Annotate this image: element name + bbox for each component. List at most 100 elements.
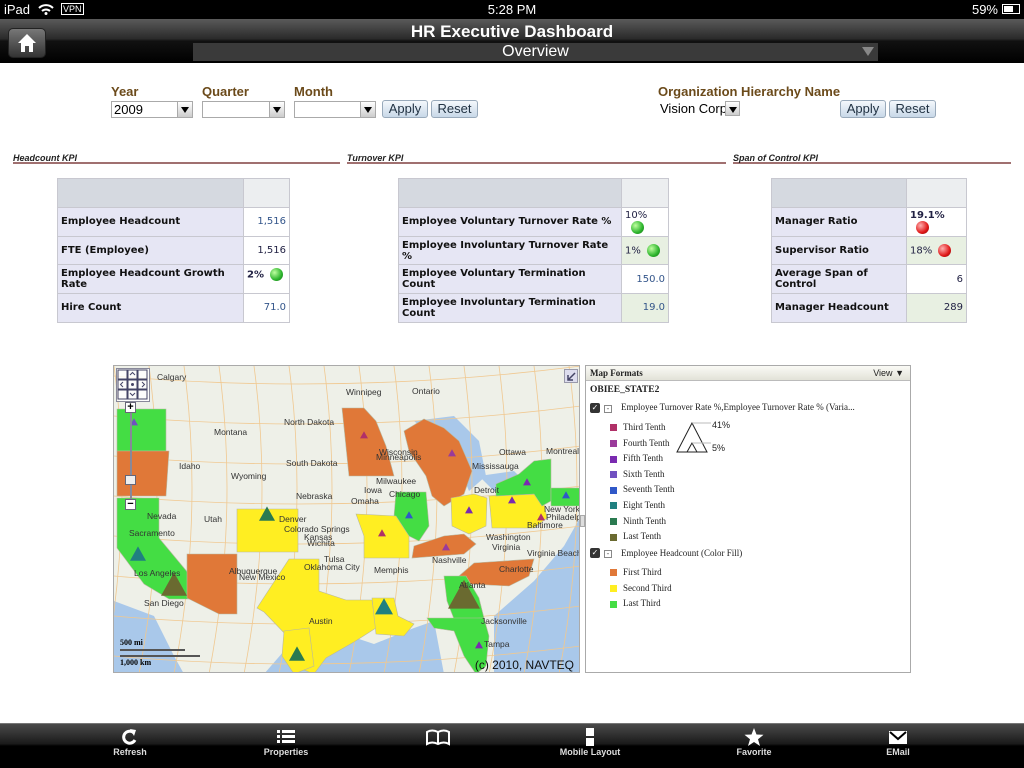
turnover-kpi-header: Turnover KPI [347,153,726,164]
color-swatch [610,455,617,463]
bookmark-button[interactable] [398,728,478,747]
refresh-button[interactable]: Refresh [90,728,170,757]
kpi-label: Supervisor Ratio [771,235,907,266]
zoom-slider-thumb[interactable] [125,475,136,485]
org-reset-button[interactable]: Reset [889,100,936,118]
kpi-value-cell[interactable]: 71.0 [243,293,290,323]
kpi-label: Hire Count [57,293,244,323]
dashboard-title: HR Executive Dashboard [410,22,614,41]
refresh-label: Refresh [113,747,147,757]
chevron-down-icon [360,102,375,117]
properties-button[interactable]: Properties [246,728,326,757]
zoom-out-button[interactable]: − [125,499,136,510]
kpi-value-cell[interactable]: 19.0 [621,293,669,323]
span-kpi-table: Manager Ratio 19.1% Supervisor Ratio 18% Ave… [771,178,967,323]
view-menu[interactable]: View ▼ [873,368,904,378]
kpi-value-cell[interactable]: 150.0 [621,264,669,295]
zoom-slider-track[interactable] [130,406,132,506]
state-ohio [450,493,488,535]
org-hierarchy-select[interactable]: Vision Corp [658,101,740,118]
us-map[interactable]: Calgary Winnipeg Ontario North Dakota Montan… [114,366,580,673]
legend-item-label: Seventh Tenth [623,484,675,495]
kpi-row: Supervisor Ratio 18% [771,235,967,266]
kpi-label: Manager Ratio [771,207,907,237]
kpi-header-row [398,178,669,208]
email-button[interactable]: EMail [858,728,938,757]
color-swatch [610,486,617,494]
kpi-value-cell[interactable]: 18% [906,235,967,266]
kpi-row: Employee Voluntary Turnover Rate % 10% [398,207,669,237]
zoom-in-button[interactable]: + [125,402,136,413]
month-label: Month [294,84,333,99]
map-label: Sacramento [129,528,175,538]
turnover-kpi-table: Employee Voluntary Turnover Rate % 10% Emp… [398,178,669,323]
reset-button[interactable]: Reset [431,100,478,118]
map-label: Memphis [374,565,408,575]
kpi-value-cell[interactable]: 289 [906,293,967,323]
map-label: Calgary [157,372,187,382]
theme2-checkbox[interactable]: ✓ [590,548,600,558]
caret-down-icon: ▼ [895,368,904,378]
collapse-map-button[interactable] [564,369,578,383]
quarter-label: Quarter [202,84,249,99]
legend-item: Eight Tenth [610,499,665,511]
status-bar: iPad VPN 5:28 PM 59% [0,0,1024,19]
year-select[interactable]: 2009 [111,101,193,118]
scale-bar-km [120,655,200,657]
year-label: Year [111,84,139,99]
map-label: Detroit [474,485,500,495]
color-swatch [610,471,617,479]
map-label: Jacksonville [481,616,527,626]
kpi-value-cell[interactable]: 6 [906,264,967,295]
org-apply-button[interactable]: Apply [840,100,886,118]
kpi-value: 18% [910,245,933,257]
kpi-value-cell[interactable]: 1% [621,235,669,266]
email-label: EMail [886,747,910,757]
legend-item: First Third [610,566,662,578]
pan-control[interactable] [116,368,150,402]
month-select[interactable] [294,101,376,118]
apply-button[interactable]: Apply [382,100,428,118]
quarter-select[interactable] [202,101,285,118]
map-label: Ottawa [499,447,526,457]
header-cell [771,178,907,208]
headcount-kpi-header: Headcount KPI [13,153,340,164]
chevron-down-icon [862,47,874,56]
kpi-value: 1,516 [257,245,286,257]
kpi-value-cell[interactable]: 2% [243,264,290,295]
chevron-down-icon [725,101,740,116]
kpi-label: FTE (Employee) [57,235,244,266]
legend-title: Map Formats [590,368,643,378]
kpi-row: Hire Count 71.0 [57,293,290,323]
legend-item-label: Eight Tenth [623,500,665,510]
theme2-title: Employee Headcount (Color Fill) [621,548,743,558]
kpi-row: Manager Ratio 19.1% [771,207,967,237]
map-view[interactable]: Calgary Winnipeg Ontario North Dakota Montan… [113,365,580,673]
battery-percent: 59% [971,2,998,17]
org-value: Vision Corp [660,101,727,116]
legend-item-label: Ninth Tenth [623,515,666,526]
mobile-layout-button[interactable]: Mobile Layout [550,728,630,757]
kpi-value-cell[interactable]: 1,516 [243,207,290,237]
theme1-collapse-icon[interactable]: - [604,405,612,413]
color-swatch [610,600,617,608]
legend-item-label: Second Third [623,582,672,593]
legend-item-label: First Third [623,567,662,577]
legend-item: Sixth Tenth [610,468,664,480]
page-selector[interactable]: Overview [193,43,878,61]
theme2-collapse-icon[interactable]: - [604,550,612,558]
kpi-value-cell[interactable]: 10% [621,207,669,237]
kpi-value-cell[interactable]: 19.1% [906,207,967,237]
kpi-row: Employee Involuntary Turnover Rate % 1% [398,235,669,266]
map-label: Virginia Beach [527,548,580,558]
map-label: New Mexico [239,572,286,582]
map-label: Montana [214,427,247,437]
year-value: 2009 [114,102,143,117]
red-status-indicator-icon [916,220,929,234]
chevron-down-icon [177,102,192,117]
theme1-checkbox[interactable]: ✓ [590,403,600,413]
green-status-indicator-icon [631,220,644,234]
favorite-button[interactable]: Favorite [714,728,794,757]
kpi-value-cell[interactable]: 1,516 [243,235,290,266]
kpi-label: Average Span of Control [771,264,907,295]
